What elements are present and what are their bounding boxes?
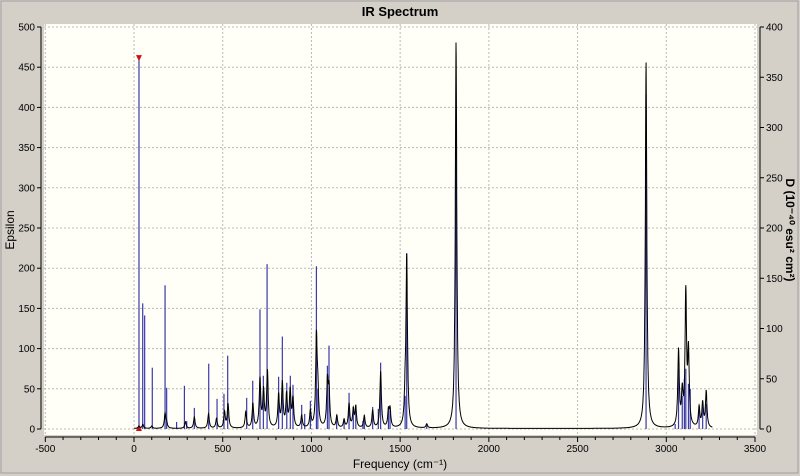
y-tick-label: 150 xyxy=(18,304,35,315)
y-tick-label: 0 xyxy=(29,425,35,436)
y-tick-label: 50 xyxy=(24,384,36,395)
y2-tick-label: 50 xyxy=(766,374,778,385)
y-tick-label: 400 xyxy=(18,103,35,114)
ir-spectrum-window: IR Spectrum 0 50 100 150 200 250 300 350 400 450 5… xyxy=(0,0,800,476)
x-tick-label: 2500 xyxy=(566,444,589,455)
y-axis-label: Epsilon xyxy=(3,210,17,249)
y2-tick-label: 250 xyxy=(766,173,783,184)
y-tick-label: 500 xyxy=(18,23,35,34)
y-tick-label: 200 xyxy=(18,264,35,275)
y2-tick-label: 150 xyxy=(766,274,783,285)
chart-title: IR Spectrum xyxy=(362,4,439,19)
ir-spectrum-chart: IR Spectrum 0 50 100 150 200 250 300 350 400 450 5… xyxy=(0,0,799,474)
x-axis-label: Frequency (cm⁻¹) xyxy=(353,457,447,471)
x-tick-label: -500 xyxy=(35,444,55,455)
y2-tick-label: 350 xyxy=(766,73,783,84)
y-tick-label: 450 xyxy=(18,63,35,74)
x-tick-label: 1500 xyxy=(389,444,412,455)
y-tick-label: 250 xyxy=(18,224,35,235)
y2-tick-label: 300 xyxy=(766,123,783,134)
x-tick-label: 0 xyxy=(131,444,137,455)
y2-tick-label: 0 xyxy=(766,425,772,436)
y2-axis-label: D (10⁻⁴⁰ esu² cm²) xyxy=(783,178,797,281)
x-tick-label: 500 xyxy=(214,444,231,455)
y-tick-label: 100 xyxy=(18,344,35,355)
x-tick-label: 3000 xyxy=(655,444,678,455)
y2-tick-label: 100 xyxy=(766,324,783,335)
y-tick-label: 350 xyxy=(18,143,35,154)
x-tick-label: 3500 xyxy=(744,444,767,455)
y-tick-label: 300 xyxy=(18,183,35,194)
x-tick-label: 1000 xyxy=(300,444,323,455)
y2-tick-label: 200 xyxy=(766,224,783,235)
x-tick-label: 2000 xyxy=(478,444,501,455)
y2-tick-label: 400 xyxy=(766,23,783,34)
